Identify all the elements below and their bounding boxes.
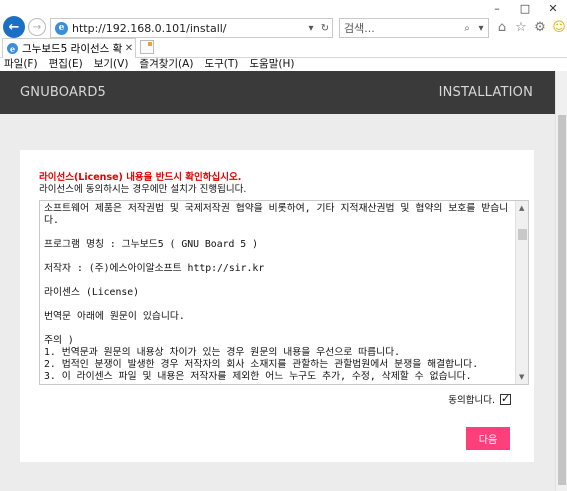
page-viewport: GNUBOARD5 INSTALLATION 라이선스(License) 내용을… [0,71,567,491]
license-text: 소프트웨어 제품은 저작권법 및 국제저작권 협약을 비롯하여, 기타 지적재산… [44,203,509,382]
tab-close-icon[interactable]: ✕ [123,43,135,54]
tab-bar: e 그누보드5 라이선스 확인 1 ✕ [0,38,567,58]
page-header: GNUBOARD5 INSTALLATION [0,71,555,114]
new-tab-icon[interactable] [140,40,154,54]
menu-view[interactable]: 보기(V) [94,56,129,71]
menu-edit[interactable]: 편집(E) [49,56,83,71]
search-icon[interactable]: ⌕ [460,23,474,34]
agree-checkbox[interactable] [500,392,511,405]
ie-tab-icon: e [7,43,18,54]
search-input[interactable]: 검색... [344,20,460,36]
brand-logo: GNUBOARD5 [20,85,107,100]
toolbar-icons: ⌂ ☆ ⚙ ☺ [494,19,567,35]
page-title: INSTALLATION [438,85,533,100]
agree-label: 동의합니다. [448,395,495,406]
scroll-down-icon[interactable]: ▼ [519,373,524,381]
search-dropdown-icon[interactable]: ▾ [474,23,488,34]
menu-favorites[interactable]: 즐겨찾기(A) [139,56,193,71]
refresh-icon[interactable]: ↻ [318,23,332,34]
back-button[interactable]: ← [3,16,25,38]
scroll-up-icon[interactable]: ▲ [519,204,524,212]
tools-gear-icon[interactable]: ⚙ [532,19,548,35]
license-card: 라이선스(License) 내용을 반드시 확인하십시오. 라이선스에 동의하시… [20,150,534,462]
dropdown-icon[interactable]: ▾ [304,23,318,34]
forward-button[interactable]: → [28,18,46,36]
home-icon[interactable]: ⌂ [494,19,510,35]
forward-arrow-icon: → [32,21,42,33]
tab-label: 그누보드5 라이선스 확인 1 [22,43,123,55]
address-bar[interactable]: e http://192.168.0.101/install/ ▾ ↻ [50,18,333,38]
next-button[interactable]: 다음 [466,427,510,450]
agree-row: 동의합니다. [448,392,511,406]
license-scroll-thumb[interactable] [518,229,527,240]
license-textarea[interactable]: 소프트웨어 제품은 저작권법 및 국제저작권 협약을 비롯하여, 기타 지적재산… [39,200,529,385]
menu-help[interactable]: 도움말(H) [249,56,294,71]
tab-license[interactable]: e 그누보드5 라이선스 확인 1 ✕ [2,38,136,58]
license-notice: 라이선스에 동의하시는 경우에만 설치가 진행됩니다. [39,184,247,195]
menu-file[interactable]: 파일(F) [4,56,38,71]
menu-tools[interactable]: 도구(T) [204,56,238,71]
back-arrow-icon: ← [8,19,20,35]
feedback-smiley-icon[interactable]: ☺ [551,19,567,35]
menu-bar: 파일(F) 편집(E) 보기(V) 즐겨찾기(A) 도구(T) 도움말(H) [0,56,567,71]
search-box[interactable]: 검색... ⌕ ▾ [339,18,489,38]
url-text[interactable]: http://192.168.0.101/install/ [72,22,304,35]
page-scrollbar[interactable] [555,71,567,491]
page-scroll-thumb[interactable] [558,115,566,485]
license-scrollbar[interactable]: ▲ ▼ [515,201,528,384]
favorites-icon[interactable]: ☆ [513,19,529,35]
ie-page-icon: e [55,21,68,35]
